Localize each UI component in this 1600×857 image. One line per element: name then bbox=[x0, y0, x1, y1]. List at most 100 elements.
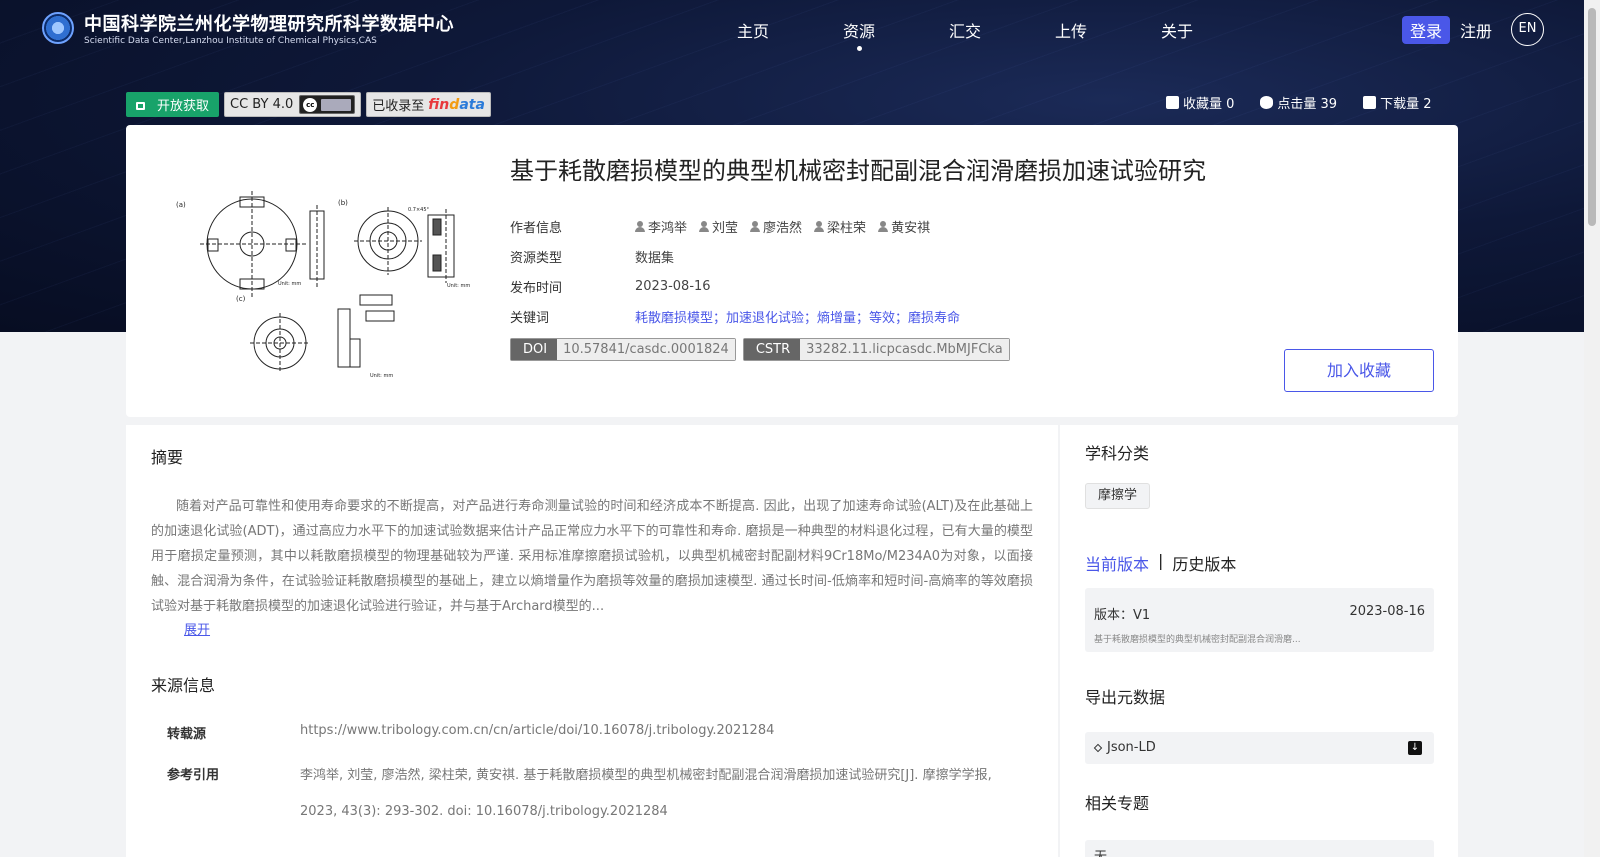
scrollbar-thumb[interactable] bbox=[1588, 8, 1596, 226]
register-link[interactable]: 注册 bbox=[1460, 18, 1492, 42]
svg-text:Unit: mm: Unit: mm bbox=[370, 373, 393, 379]
dataset-title: 基于耗散磨损模型的典型机械密封配副混合润滑磨损加速试验研究 bbox=[510, 157, 1206, 185]
bookmark-list-icon bbox=[1166, 96, 1179, 109]
version-label: 版本：V1 bbox=[1094, 608, 1151, 623]
type-row: 资源类型 数据集 bbox=[510, 241, 960, 271]
findata-badge[interactable]: 已收录至 findata bbox=[366, 92, 491, 117]
open-access-label: 开放获取 bbox=[157, 99, 210, 114]
abstract-title: 摘要 bbox=[151, 448, 184, 467]
downloads-count: 下载量 2 bbox=[1380, 97, 1432, 112]
nav-item-resources[interactable]: 资源 bbox=[806, 18, 912, 51]
brand-name-cn[interactable]: 中国科学院兰州化学物理研究所科学数据中心 bbox=[84, 10, 454, 36]
export-metadata-item[interactable]: Json-LD ↓ bbox=[1085, 732, 1434, 764]
authors-row: 作者信息 李鸿举 刘莹 廖浩然 梁柱荣 黄安祺 bbox=[510, 211, 960, 241]
identifier-row: DOI 10.57841/casdc.0001824 CSTR 33282.11… bbox=[510, 338, 1010, 361]
expand-link[interactable]: 展开 bbox=[184, 619, 210, 638]
favorites-count: 收藏量 0 bbox=[1183, 97, 1235, 112]
indexed-label: 已收录至 bbox=[372, 99, 425, 114]
export-title: 导出元数据 bbox=[1085, 688, 1166, 707]
unlock-icon bbox=[136, 101, 145, 110]
license-badge[interactable]: CC BY 4.0 cc bbox=[224, 92, 362, 117]
dataset-thumbnail-image[interactable]: (a) Unit: mm (b) 0.7×45° Unit: mm (c) Un… bbox=[170, 149, 480, 389]
language-toggle-button[interactable]: EN bbox=[1511, 13, 1544, 46]
person-icon bbox=[750, 220, 761, 232]
cstr-badge[interactable]: CSTR 33282.11.licpcasdc.MbMJFCka bbox=[742, 338, 1010, 361]
download-arrow-icon[interactable]: ↓ bbox=[1408, 741, 1422, 755]
version-tabs: 当前版本 | 历史版本 bbox=[1085, 551, 1236, 575]
doi-value: 10.57841/casdc.0001824 bbox=[557, 339, 735, 360]
views-count: 点击量 39 bbox=[1277, 97, 1338, 112]
svg-text:(b): (b) bbox=[338, 199, 348, 207]
citation-label: 参考引用 bbox=[167, 768, 220, 783]
related-topic-item: 无 bbox=[1085, 840, 1434, 857]
sidebar-card: 学科分类 摩擦学 当前版本 | 历史版本 版本：V1 2023-08-16 基于… bbox=[1060, 425, 1458, 857]
author-link[interactable]: 刘莹 bbox=[699, 217, 738, 236]
add-favorite-button[interactable]: 加入收藏 bbox=[1284, 349, 1434, 392]
open-access-badge: 开放获取 bbox=[126, 92, 220, 117]
date-row: 发布时间 2023-08-16 bbox=[510, 271, 960, 301]
doi-key: DOI bbox=[511, 339, 558, 360]
keywords-links[interactable]: 耗散磨损模型；加速退化试验；熵增量；等效；磨损寿命 bbox=[635, 307, 960, 326]
dataset-metadata: 作者信息 李鸿举 刘莹 廖浩然 梁柱荣 黄安祺 资源类型 数据集 发布时间 20… bbox=[510, 211, 960, 331]
author-list: 李鸿举 刘莹 廖浩然 梁柱荣 黄安祺 bbox=[635, 217, 930, 236]
authors-label: 作者信息 bbox=[510, 220, 563, 236]
related-topic-value: 无 bbox=[1094, 846, 1107, 857]
brand-name-en: Scientific Data Center,Lanzhou Institute… bbox=[84, 36, 377, 46]
views-stat: 点击量 39 bbox=[1260, 93, 1337, 112]
tab-current-version[interactable]: 当前版本 bbox=[1085, 551, 1149, 575]
favorites-stat: 收藏量 0 bbox=[1166, 93, 1234, 112]
repost-label: 转载源 bbox=[167, 727, 207, 742]
person-icon bbox=[699, 220, 710, 232]
dataset-summary-card: (a) Unit: mm (b) 0.7×45° Unit: mm (c) Un… bbox=[126, 125, 1458, 417]
eye-icon bbox=[1260, 96, 1274, 109]
badge-row: 开放获取 CC BY 4.0 cc 已收录至 findata bbox=[126, 92, 491, 117]
page: 中国科学院兰州化学物理研究所科学数据中心 Scientific Data Cen… bbox=[0, 0, 1584, 857]
engineering-drawing-image: (a) Unit: mm (b) 0.7×45° Unit: mm (c) Un… bbox=[176, 191, 470, 379]
repost-url-link[interactable]: https://www.tribology.com.cn/cn/article/… bbox=[300, 723, 774, 738]
date-value: 2023-08-16 bbox=[635, 278, 711, 294]
person-icon bbox=[635, 220, 645, 232]
svg-text:Unit: mm: Unit: mm bbox=[278, 281, 301, 287]
nav-item-about[interactable]: 关于 bbox=[1124, 18, 1230, 42]
content-card: 摘要 随着对产品可靠性和使用寿命要求的不断提高，对产品进行寿命测量试验的时间和经… bbox=[126, 425, 1058, 857]
date-label: 发布时间 bbox=[510, 280, 563, 296]
citation-text-line1: 李鸿举, 刘莹, 廖浩然, 梁柱荣, 黄安祺. 基于耗散磨损模型的典型机械密封配… bbox=[300, 768, 992, 783]
institute-logo-icon[interactable] bbox=[42, 12, 74, 44]
svg-text:(a): (a) bbox=[176, 201, 186, 209]
doi-badge[interactable]: DOI 10.57841/casdc.0001824 bbox=[510, 338, 736, 361]
download-icon bbox=[1363, 96, 1377, 109]
version-date: 2023-08-16 bbox=[1349, 604, 1425, 619]
person-icon bbox=[878, 220, 889, 232]
cstr-key: CSTR bbox=[743, 339, 801, 360]
author-link[interactable]: 黄安祺 bbox=[878, 217, 930, 236]
nav-item-submit[interactable]: 汇交 bbox=[912, 18, 1018, 42]
page-scrollbar[interactable] bbox=[1584, 0, 1600, 857]
cc-by-logo-icon: cc bbox=[299, 95, 356, 114]
nav-item-upload[interactable]: 上传 bbox=[1018, 18, 1124, 42]
version-tab-separator: | bbox=[1158, 551, 1164, 570]
top-header: 中国科学院兰州化学物理研究所科学数据中心 Scientific Data Cen… bbox=[0, 0, 1584, 60]
tab-history-version[interactable]: 历史版本 bbox=[1172, 551, 1236, 575]
version-card[interactable]: 版本：V1 2023-08-16 基于耗散磨损模型的典型机械密封配副混合润滑磨.… bbox=[1085, 588, 1434, 652]
version-description: 基于耗散磨损模型的典型机械密封配副混合润滑磨... bbox=[1094, 635, 1301, 645]
citation-text-line2: 2023, 43(3): 293-302. doi: 10.16078/j.tr… bbox=[300, 804, 668, 819]
abstract-text: 随着对产品可靠性和使用寿命要求的不断提高，对产品进行寿命测量试验的时间和经济成本… bbox=[151, 499, 1033, 614]
related-topics-title: 相关专题 bbox=[1085, 794, 1150, 813]
diamond-bullet-icon bbox=[1093, 743, 1103, 753]
author-link[interactable]: 廖浩然 bbox=[750, 217, 802, 236]
nav-item-home[interactable]: 主页 bbox=[700, 18, 806, 42]
author-link[interactable]: 李鸿举 bbox=[635, 217, 687, 236]
person-icon bbox=[814, 220, 825, 232]
license-label: CC BY 4.0 bbox=[230, 97, 294, 112]
findata-logo-icon: findata bbox=[428, 96, 485, 113]
subject-title: 学科分类 bbox=[1085, 444, 1150, 463]
export-format-label: Json-LD bbox=[1107, 740, 1156, 755]
type-label: 资源类型 bbox=[510, 250, 563, 266]
login-button[interactable]: 登录 bbox=[1402, 16, 1451, 44]
author-link[interactable]: 梁柱荣 bbox=[814, 217, 866, 236]
subject-tag[interactable]: 摩擦学 bbox=[1085, 483, 1151, 509]
keywords-row: 关键词 耗散磨损模型；加速退化试验；熵增量；等效；磨损寿命 bbox=[510, 301, 960, 331]
downloads-stat: 下载量 2 bbox=[1363, 93, 1432, 112]
stats-bar: 收藏量 0 点击量 39 下载量 2 bbox=[1166, 93, 1432, 112]
svg-text:(c): (c) bbox=[236, 295, 246, 303]
